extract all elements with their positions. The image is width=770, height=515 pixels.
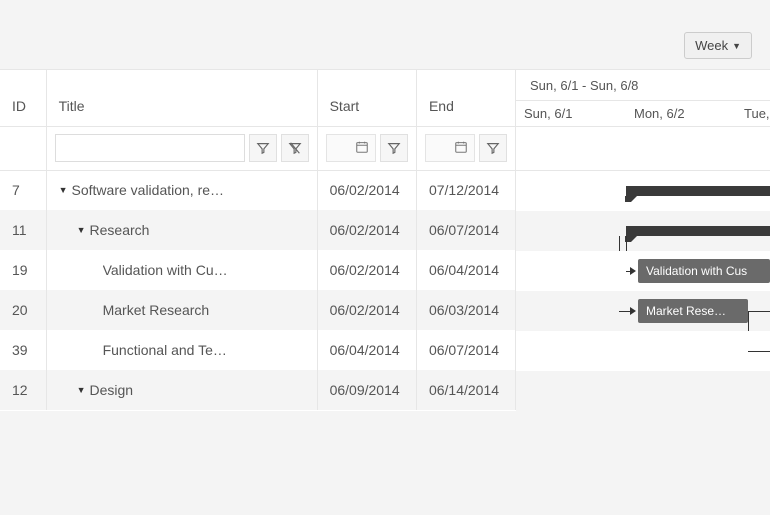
title-text: Design [90, 382, 134, 398]
filter-cell-end [416, 126, 515, 170]
cell-title: ▼ Design [46, 370, 317, 410]
column-header-end[interactable]: End [416, 70, 515, 126]
timeline-day: Sun, 6/1 [516, 101, 626, 126]
dependency-link [748, 311, 770, 312]
table-row[interactable]: 20 Market Research 06/02/2014 06/03/2014 [0, 290, 516, 330]
view-selector-dropdown[interactable]: Week ▼ [684, 32, 752, 59]
cell-start: 06/02/2014 [317, 290, 416, 330]
table-row[interactable]: 11 ▼ Research 06/02/2014 06/07/2014 [0, 210, 516, 250]
grid-header-row: ID Title Start End [0, 70, 516, 126]
table-row[interactable]: 12 ▼ Design 06/09/2014 06/14/2014 [0, 370, 516, 410]
arrow-right-icon [630, 307, 636, 315]
summary-bar[interactable] [626, 226, 770, 236]
timeline-header: Sun, 6/1 - Sun, 6/8 Sun, 6/1 Mon, 6/2 Tu… [516, 70, 770, 127]
grid-filter-row [0, 126, 516, 170]
toolbar: Week ▼ [0, 20, 770, 69]
column-header-start[interactable]: Start [317, 70, 416, 126]
timeline-row [516, 171, 770, 211]
clear-filter-icon[interactable] [281, 134, 309, 162]
timeline-range-label: Sun, 6/1 - Sun, 6/8 [516, 70, 770, 100]
filter-icon[interactable] [380, 134, 408, 162]
summary-bar[interactable] [626, 186, 770, 196]
table-row[interactable]: 7 ▼ Software validation, re… 06/02/2014 … [0, 170, 516, 210]
cell-id: 7 [0, 170, 46, 210]
start-date-filter-input[interactable] [326, 134, 376, 162]
filter-cell-id [0, 126, 46, 170]
task-bar[interactable]: Market Rese… [638, 299, 748, 323]
title-text: Validation with Cu… [103, 262, 228, 278]
gantt-container: Week ▼ ID Title Start End [0, 0, 770, 411]
cell-start: 06/02/2014 [317, 170, 416, 210]
timeline-row [516, 211, 770, 251]
timeline-row [516, 331, 770, 371]
chevron-down-icon: ▼ [732, 41, 741, 51]
title-text: Research [90, 222, 150, 238]
cell-title: ▼ Research [46, 210, 317, 250]
title-text: Functional and Te… [103, 342, 227, 358]
cell-id: 11 [0, 210, 46, 250]
cell-end: 06/04/2014 [416, 250, 515, 290]
cell-title: ▼ Software validation, re… [46, 170, 317, 210]
grid-left-pane: ID Title Start End [0, 70, 516, 411]
cell-id: 20 [0, 290, 46, 330]
column-header-id[interactable]: ID [0, 70, 46, 126]
cell-end: 07/12/2014 [416, 170, 515, 210]
cell-id: 39 [0, 330, 46, 370]
cell-start: 06/09/2014 [317, 370, 416, 410]
expander-icon[interactable]: ▼ [59, 185, 68, 195]
cell-title: Validation with Cu… [46, 250, 317, 290]
cell-id: 19 [0, 250, 46, 290]
timeline-row: Validation with Cus [516, 251, 770, 291]
cell-title: Functional and Te… [46, 330, 317, 370]
task-bar-label: Market Rese… [646, 304, 726, 318]
timeline-day: Tue, [736, 101, 770, 126]
task-bar[interactable]: Validation with Cus [638, 259, 770, 283]
cell-id: 12 [0, 370, 46, 410]
cell-start: 06/02/2014 [317, 210, 416, 250]
timeline-pane[interactable]: Sun, 6/1 - Sun, 6/8 Sun, 6/1 Mon, 6/2 Tu… [516, 70, 770, 411]
table-row[interactable]: 39 Functional and Te… 06/04/2014 06/07/2… [0, 330, 516, 370]
cell-start: 06/02/2014 [317, 250, 416, 290]
filter-icon[interactable] [479, 134, 507, 162]
table-row[interactable]: 19 Validation with Cu… 06/02/2014 06/04/… [0, 250, 516, 290]
arrow-right-icon [630, 267, 636, 275]
calendar-icon [355, 140, 369, 157]
cell-start: 06/04/2014 [317, 330, 416, 370]
timeline-row: Market Rese… [516, 291, 770, 331]
title-text: Software validation, re… [72, 182, 225, 198]
grid-table: ID Title Start End [0, 70, 516, 410]
expander-icon[interactable]: ▼ [77, 385, 86, 395]
title-filter-input[interactable] [55, 134, 245, 162]
timeline-days-row: Sun, 6/1 Mon, 6/2 Tue, [516, 100, 770, 126]
view-selector-label: Week [695, 38, 728, 53]
expander-icon[interactable]: ▼ [77, 225, 86, 235]
timeline-filter-spacer [516, 127, 770, 171]
cell-end: 06/07/2014 [416, 330, 515, 370]
column-header-title[interactable]: Title [46, 70, 317, 126]
filter-icon[interactable] [249, 134, 277, 162]
filter-cell-start [317, 126, 416, 170]
cell-end: 06/14/2014 [416, 370, 515, 410]
task-bar-label: Validation with Cus [646, 264, 747, 278]
cell-end: 06/07/2014 [416, 210, 515, 250]
cell-title: Market Research [46, 290, 317, 330]
end-date-filter-input[interactable] [425, 134, 475, 162]
title-text: Market Research [103, 302, 210, 318]
gantt-grid: ID Title Start End [0, 69, 770, 411]
calendar-icon [454, 140, 468, 157]
dependency-link [748, 351, 770, 352]
timeline-row [516, 371, 770, 411]
filter-cell-title [46, 126, 317, 170]
timeline-body: Validation with Cus Market Rese… [516, 171, 770, 411]
cell-end: 06/03/2014 [416, 290, 515, 330]
timeline-day: Mon, 6/2 [626, 101, 736, 126]
